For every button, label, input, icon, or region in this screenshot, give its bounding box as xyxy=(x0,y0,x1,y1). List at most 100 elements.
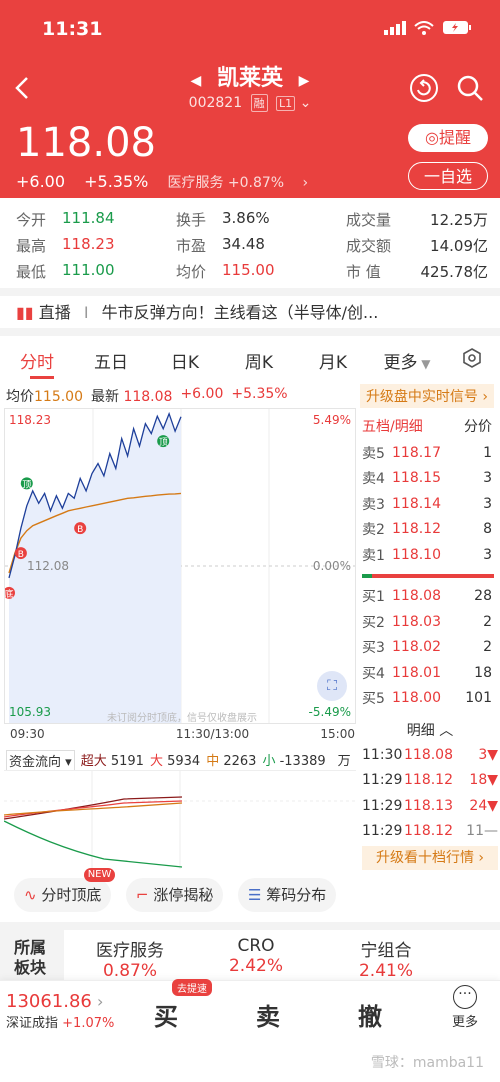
sector-item[interactable]: CRO 2.42% xyxy=(206,936,306,976)
tab-daily-k[interactable]: 日K xyxy=(148,348,222,373)
chevron-right-icon: › xyxy=(96,992,104,1011)
next-stock-icon[interactable]: ▶ xyxy=(299,73,310,89)
tab-level5[interactable]: 五档/明细 xyxy=(362,416,423,436)
big-label: 大 xyxy=(149,754,163,769)
signal-top-text: 顶 xyxy=(22,479,31,490)
upgrade-signal-button[interactable]: 升级盘中实时信号 › xyxy=(359,384,494,408)
order-book-row: 买3 118.02 2 xyxy=(362,635,498,661)
expand-icon[interactable]: ⛶ xyxy=(317,671,347,701)
tick-price: 118.13 xyxy=(404,797,453,814)
order-book-row: 买4 118.01 18 xyxy=(362,660,498,686)
level-qty: 3 xyxy=(483,546,492,563)
sector-label: 所属 板块 xyxy=(0,930,64,980)
fund-flow-label-text: 资金流向 xyxy=(9,755,62,770)
watchlist-button[interactable]: 一自选 xyxy=(408,162,488,190)
fund-flow-chart xyxy=(3,770,356,869)
level-price: 118.14 xyxy=(392,495,441,512)
chevron-down-icon[interactable]: ⌄ xyxy=(300,95,312,111)
stat-turnover: 3.86% xyxy=(222,208,270,227)
super-label: 超大 xyxy=(80,754,107,769)
stat-label: 成交量 xyxy=(346,210,392,229)
stats-row: 最高 118.23 市盈 34.48 成交额 14.09亿 xyxy=(16,232,488,258)
intraday-chart[interactable]: 顶顶BB底 118.23 5.49% 112.08 0.00% 105.93 -… xyxy=(4,408,356,724)
level-label: 卖5 xyxy=(362,445,385,462)
tick-qty: 24▼ xyxy=(469,797,498,814)
detail-label: 明细 xyxy=(406,723,435,739)
tab-more[interactable]: 更多 ▼ xyxy=(370,348,444,373)
signal-buy-text: B xyxy=(77,525,83,535)
fund-flow-label[interactable]: 资金流向 ▾ xyxy=(6,750,75,771)
stat-pe: 34.48 xyxy=(222,234,265,253)
feature-limit-up[interactable]: ⌐ 涨停揭秘 xyxy=(126,878,224,912)
ask-list: 卖5 118.17 1 卖4 118.15 3 卖3 118.14 3 卖2 118.12 8 卖1 11… xyxy=(362,440,498,568)
tick-qty: 11— xyxy=(466,823,498,840)
mid-value: 2263 xyxy=(223,754,257,769)
live-tag: 直播 xyxy=(38,303,71,322)
buy-button[interactable]: 买 xyxy=(154,997,178,1032)
tab-intraday[interactable]: 分时 xyxy=(0,348,74,373)
settings-icon[interactable] xyxy=(444,347,500,374)
index-value: 13061.86 xyxy=(6,991,92,1012)
tab-price-dist[interactable]: 分价 xyxy=(464,416,498,436)
sector-item[interactable]: 宁组合 2.41% xyxy=(336,936,436,981)
sector-strip: 所属 板块 医疗服务 0.87% CRO 2.42% 宁组合 2.41% xyxy=(0,922,500,981)
x-label-open: 09:30 xyxy=(10,727,45,741)
cancel-order-button[interactable]: 撤 xyxy=(358,997,382,1032)
refresh-icon[interactable] xyxy=(410,74,438,102)
tick-price: 118.08 xyxy=(404,746,453,763)
signal-bottom-text: 底 xyxy=(5,588,14,600)
index-chg: +1.07% xyxy=(62,1016,115,1031)
bid-list: 买1 118.08 28 买2 118.03 2 买3 118.02 2 买4 118.01 18 买5… xyxy=(362,584,498,712)
upgrade-signal-label: 升级盘中实时信号 xyxy=(365,389,478,405)
stats-row: 最低 111.00 均价 115.00 市 值 425.78亿 xyxy=(16,258,488,284)
order-book-row: 卖4 118.15 3 xyxy=(362,466,498,492)
search-icon[interactable] xyxy=(456,74,484,102)
sell-button[interactable]: 卖 xyxy=(256,997,280,1032)
stock-name-text: 凯莱英 xyxy=(216,66,283,91)
feature-top-bottom[interactable]: ∿ 分时顶底 NEW xyxy=(14,868,116,912)
latest-value: 118.08 xyxy=(123,389,173,405)
stat-label: 市盈 xyxy=(176,236,207,255)
time-axis: 09:30 11:30/13:00 15:00 xyxy=(10,727,355,741)
remind-button[interactable]: ◎提醒 xyxy=(408,124,488,152)
stat-label: 成交额 xyxy=(346,236,392,255)
level-price: 118.03 xyxy=(392,613,441,630)
intraday-chg-pct: +5.35% xyxy=(231,386,288,402)
index-ticker[interactable]: 13061.86 › 深证成指 +1.07% xyxy=(6,991,114,1031)
feature-limit-up-label: 涨停揭秘 xyxy=(153,886,214,904)
x-label-close: 15:00 xyxy=(320,727,355,741)
sector-item[interactable]: 医疗服务 0.87% xyxy=(80,936,180,981)
order-book-row: 买1 118.08 28 xyxy=(362,584,498,610)
wave-icon: ∿ xyxy=(24,886,37,904)
tab-weekly-k[interactable]: 周K xyxy=(222,348,296,373)
level-tag: L1 xyxy=(276,96,296,111)
unit: 万 xyxy=(337,754,351,769)
detail-toggle[interactable]: 明细 ︿ xyxy=(362,720,498,740)
new-badge: NEW xyxy=(83,868,116,882)
tab-monthly-k[interactable]: 月K xyxy=(296,348,370,373)
tab-five-day[interactable]: 五日 xyxy=(74,348,148,373)
prev-stock-icon[interactable]: ◀ xyxy=(191,73,202,89)
more-label: 更多 xyxy=(451,1015,478,1030)
stat-open: 111.84 xyxy=(62,208,115,227)
level-price: 118.10 xyxy=(392,546,441,563)
order-book: 五档/明细 分价 卖5 118.17 1 卖4 118.15 3 卖3 118.14 3 卖2 11… xyxy=(362,412,498,711)
tick-price: 118.12 xyxy=(404,772,453,789)
stat-volume: 12.25万 xyxy=(430,210,488,229)
tick-row: 11:30 118.08 3▼ xyxy=(362,742,498,768)
stock-header: 11:31 ◀ 凯莱英 ▶ 002821 融 L1 ⌄ 118.08 +6.00… xyxy=(0,0,500,198)
level-qty: 28 xyxy=(474,588,492,605)
more-button[interactable]: ··· 更多 xyxy=(452,985,478,1030)
feature-chips[interactable]: ☰ 筹码分布 xyxy=(238,878,337,912)
upgrade-ten-button[interactable]: 升级看十档行情 › xyxy=(362,846,498,870)
more-icon: ··· xyxy=(452,985,477,1009)
stat-label: 今开 xyxy=(16,210,47,229)
tick-row: 11:29 118.12 18▼ xyxy=(362,768,498,794)
sector-change[interactable]: 医疗服务 +0.87% › xyxy=(167,175,308,191)
live-news-banner[interactable]: ▮▮ 直播 I 牛市反弹方向！主线看这（半导体/创... xyxy=(0,288,500,336)
status-icons xyxy=(384,20,472,35)
level-label: 买2 xyxy=(362,614,385,631)
sector-name: CRO xyxy=(237,936,275,956)
sector-chg: 2.42% xyxy=(228,956,283,976)
tick-time: 11:30 xyxy=(362,746,403,763)
